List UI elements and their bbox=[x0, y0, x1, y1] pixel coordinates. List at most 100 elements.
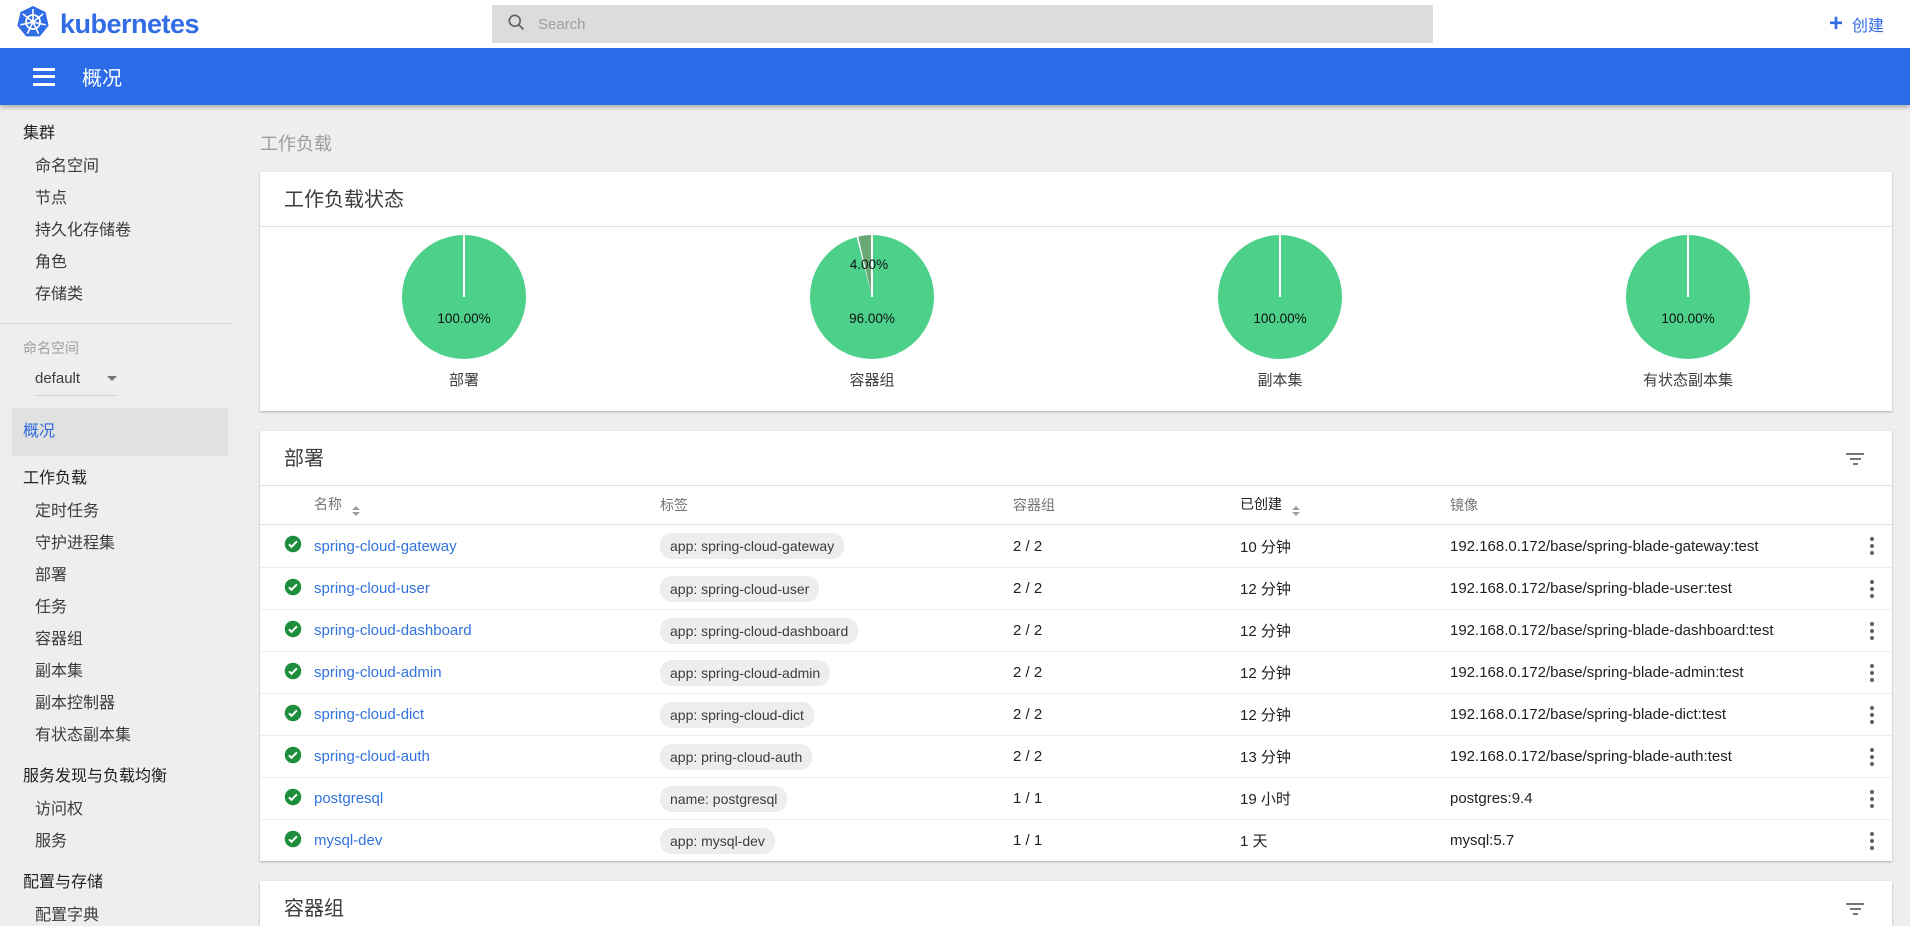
sidebar-item[interactable]: 配置字典 bbox=[0, 900, 232, 926]
column-header-images[interactable]: 镜像 bbox=[1450, 495, 1852, 515]
create-button[interactable]: + 创建 bbox=[1829, 12, 1884, 36]
search-bar[interactable] bbox=[492, 5, 1433, 43]
kubernetes-logo[interactable]: kubernetes bbox=[0, 5, 199, 44]
pie-chart: 100.00% bbox=[1626, 235, 1750, 359]
card-title: 容器组 bbox=[284, 897, 344, 921]
page-header-title: 概况 bbox=[82, 62, 122, 91]
sidebar-item-overview[interactable]: 概况 bbox=[12, 408, 228, 456]
column-header-name[interactable]: 名称 bbox=[314, 494, 660, 516]
row-menu-icon[interactable] bbox=[1867, 829, 1877, 853]
sidebar-item[interactable]: 副本控制器 bbox=[0, 688, 232, 720]
search-input[interactable] bbox=[538, 16, 1419, 33]
pods-count: 2 / 2 bbox=[1013, 538, 1240, 555]
pie-percent-label: 100.00% bbox=[1626, 311, 1750, 326]
sidebar-item[interactable]: 访问权 bbox=[0, 794, 232, 826]
created-age: 12 分钟 bbox=[1240, 662, 1450, 683]
filter-icon[interactable] bbox=[1842, 899, 1868, 919]
pie-deployments: 100.00% 部署 bbox=[260, 235, 668, 411]
sidebar-item[interactable]: 部署 bbox=[0, 560, 232, 592]
label-chip: app: spring-cloud-user bbox=[660, 576, 819, 602]
sort-icon bbox=[1292, 506, 1300, 516]
pods-count: 2 / 2 bbox=[1013, 580, 1240, 597]
row-menu-icon[interactable] bbox=[1867, 745, 1877, 769]
logo-wordmark: kubernetes bbox=[60, 9, 199, 40]
status-ok-icon bbox=[284, 662, 302, 684]
namespace-select[interactable]: default bbox=[35, 362, 117, 396]
row-menu-icon[interactable] bbox=[1867, 619, 1877, 643]
namespace-select-value: default bbox=[35, 370, 80, 387]
deployments-table-body: spring-cloud-gateway app: spring-cloud-g… bbox=[260, 525, 1892, 861]
created-age: 1 天 bbox=[1240, 830, 1450, 851]
created-age: 12 分钟 bbox=[1240, 704, 1450, 725]
kubernetes-wheel-icon bbox=[16, 5, 50, 44]
pie-title: 部署 bbox=[449, 369, 479, 390]
status-ok-icon bbox=[284, 830, 302, 852]
image-name: 192.168.0.172/base/spring-blade-dashboar… bbox=[1450, 622, 1852, 639]
sidebar-item[interactable]: 角色 bbox=[0, 247, 232, 279]
sidebar-item[interactable]: 守护进程集 bbox=[0, 528, 232, 560]
deployment-name-link[interactable]: spring-cloud-user bbox=[314, 580, 430, 597]
hamburger-menu-icon[interactable] bbox=[33, 68, 55, 86]
sidebar-item[interactable]: 服务 bbox=[0, 826, 232, 858]
pods-count: 2 / 2 bbox=[1013, 748, 1240, 765]
created-age: 12 分钟 bbox=[1240, 620, 1450, 641]
image-name: postgres:9.4 bbox=[1450, 790, 1852, 807]
image-name: 192.168.0.172/base/spring-blade-gateway:… bbox=[1450, 538, 1852, 555]
sidebar-item[interactable]: 有状态副本集 bbox=[0, 720, 232, 752]
sidebar-item-config-storage[interactable]: 配置与存储 bbox=[0, 866, 232, 900]
pie-title: 副本集 bbox=[1257, 369, 1302, 390]
pods-count: 2 / 2 bbox=[1013, 664, 1240, 681]
filter-icon[interactable] bbox=[1842, 449, 1868, 469]
pie-percent-label: 100.00% bbox=[1218, 311, 1342, 326]
row-menu-icon[interactable] bbox=[1867, 703, 1877, 727]
table-row: spring-cloud-user app: spring-cloud-user… bbox=[260, 567, 1892, 609]
table-row: postgresql name: postgresql 1 / 1 19 小时 … bbox=[260, 777, 1892, 819]
deployment-name-link[interactable]: spring-cloud-auth bbox=[314, 748, 430, 765]
row-menu-icon[interactable] bbox=[1867, 787, 1877, 811]
pie-percent-label: 96.00% bbox=[810, 311, 934, 326]
deployment-name-link[interactable]: spring-cloud-admin bbox=[314, 664, 442, 681]
sidebar-workloads-group: 定时任务守护进程集部署任务容器组副本集副本控制器有状态副本集 bbox=[0, 496, 232, 752]
deployment-name-link[interactable]: postgresql bbox=[314, 790, 383, 807]
sidebar-item[interactable]: 容器组 bbox=[0, 624, 232, 656]
sidebar-item-cluster[interactable]: 集群 bbox=[0, 117, 232, 151]
column-header-pods[interactable]: 容器组 bbox=[1013, 495, 1240, 515]
pie-stateful-sets: 100.00% 有状态副本集 bbox=[1484, 235, 1892, 411]
status-ok-icon bbox=[284, 578, 302, 600]
top-bar: kubernetes + 创建 bbox=[0, 0, 1910, 48]
column-header-created[interactable]: 已创建 bbox=[1240, 494, 1450, 516]
image-name: mysql:5.7 bbox=[1450, 832, 1852, 849]
sidebar-item[interactable]: 任务 bbox=[0, 592, 232, 624]
pie-pods: 4.00% 96.00% 容器组 bbox=[668, 235, 1076, 411]
label-chip: app: spring-cloud-admin bbox=[660, 660, 830, 686]
image-name: 192.168.0.172/base/spring-blade-auth:tes… bbox=[1450, 748, 1852, 765]
column-header-labels[interactable]: 标签 bbox=[660, 495, 1013, 515]
label-chip: name: postgresql bbox=[660, 786, 787, 812]
sidebar-item[interactable]: 存储类 bbox=[0, 279, 232, 311]
row-menu-icon[interactable] bbox=[1867, 661, 1877, 685]
sidebar-item-discovery[interactable]: 服务发现与负载均衡 bbox=[0, 760, 232, 794]
image-name: 192.168.0.172/base/spring-blade-dict:tes… bbox=[1450, 706, 1852, 723]
chevron-down-icon bbox=[107, 376, 117, 381]
pie-title: 有状态副本集 bbox=[1643, 369, 1733, 390]
row-menu-icon[interactable] bbox=[1867, 577, 1877, 601]
row-menu-icon[interactable] bbox=[1867, 534, 1877, 558]
pie-percent-label: 100.00% bbox=[402, 311, 526, 326]
sidebar-item[interactable]: 持久化存储卷 bbox=[0, 215, 232, 247]
deployment-name-link[interactable]: spring-cloud-dashboard bbox=[314, 622, 472, 639]
sidebar-item[interactable]: 节点 bbox=[0, 183, 232, 215]
sidebar-item[interactable]: 副本集 bbox=[0, 656, 232, 688]
workload-status-card: 工作负载状态 100.00% 部署 4.00% 96.00% 容器 bbox=[260, 172, 1892, 411]
status-ok-icon bbox=[284, 704, 302, 726]
sidebar-item[interactable]: 定时任务 bbox=[0, 496, 232, 528]
deployment-name-link[interactable]: spring-cloud-gateway bbox=[314, 538, 457, 555]
table-row: spring-cloud-auth app: pring-cloud-auth … bbox=[260, 735, 1892, 777]
deployment-name-link[interactable]: spring-cloud-dict bbox=[314, 706, 424, 723]
sidebar-item[interactable]: 命名空间 bbox=[0, 151, 232, 183]
namespace-label: 命名空间 bbox=[0, 336, 232, 360]
deployment-name-link[interactable]: mysql-dev bbox=[314, 832, 382, 849]
table-row: spring-cloud-gateway app: spring-cloud-g… bbox=[260, 525, 1892, 567]
main-content: 工作负载 工作负载状态 100.00% 部署 4.00% bbox=[232, 105, 1910, 926]
sidebar-item-workloads[interactable]: 工作负载 bbox=[0, 462, 232, 496]
pods-count: 1 / 1 bbox=[1013, 790, 1240, 807]
